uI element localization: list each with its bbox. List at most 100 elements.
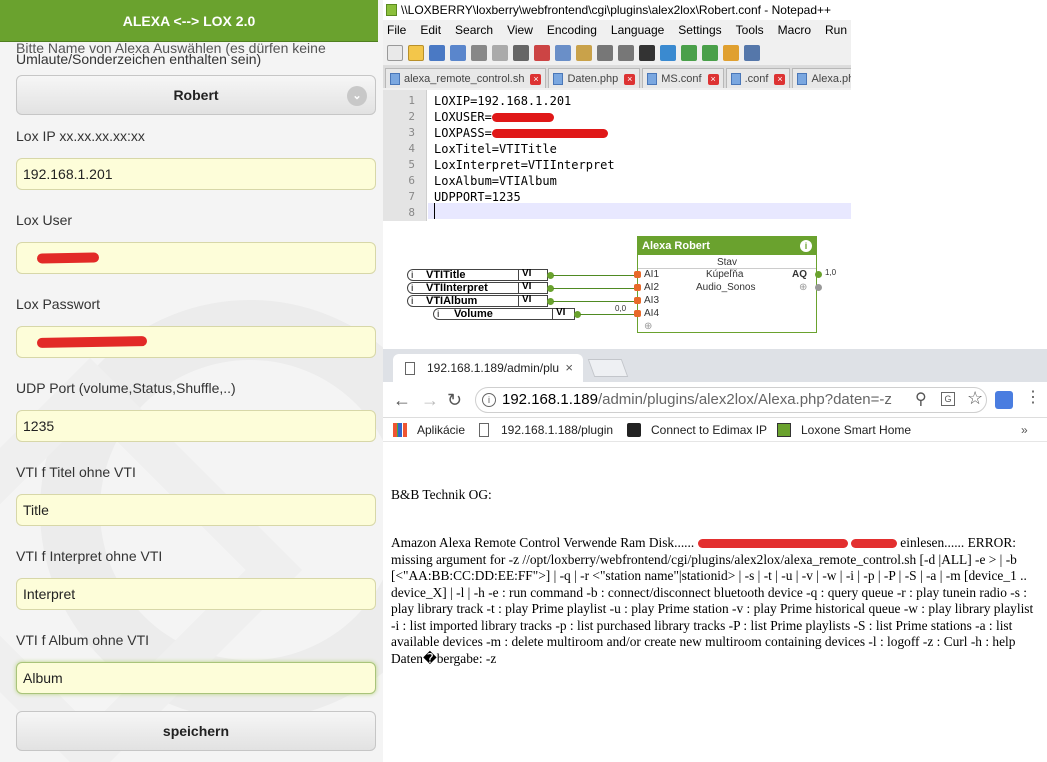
tab-conf[interactable]: .conf ×: [725, 68, 791, 88]
translate-icon[interactable]: G: [941, 392, 955, 406]
alexa-function-block[interactable]: Alexa Robert i Stav AI1 AI2 AI3 AI4 ⊕ Kú…: [634, 236, 817, 333]
close-icon[interactable]: ×: [707, 74, 719, 85]
connection-wire: [553, 301, 637, 302]
connection-wire: [580, 314, 637, 315]
page-content: B&B Technik OG: Amazon Alexa Remote Cont…: [383, 443, 1047, 762]
menu-macro[interactable]: Macro: [778, 20, 811, 40]
aq-output-connector[interactable]: [815, 271, 822, 278]
menu-language[interactable]: Language: [611, 20, 664, 40]
line-number: 8: [408, 206, 415, 219]
word-wrap-icon[interactable]: [744, 44, 760, 61]
notepad-toolbar: [383, 40, 851, 66]
bookmark-loxone[interactable]: Loxone Smart Home: [801, 418, 911, 442]
tab-label: MS.conf: [661, 73, 702, 85]
zoom-icon[interactable]: ⚲: [915, 389, 927, 409]
save-icon[interactable]: [429, 44, 445, 61]
bookmark-plugin[interactable]: 192.168.1.188/plugin: [501, 418, 613, 442]
input-port-connector[interactable]: [634, 271, 641, 278]
sync-scroll-icon[interactable]: [723, 44, 739, 61]
close-icon[interactable]: ×: [774, 74, 786, 85]
add-input-icon[interactable]: ⊕: [644, 321, 652, 332]
bookmark-star-icon[interactable]: ☆: [967, 388, 983, 409]
new-tab-button[interactable]: [587, 359, 629, 377]
alexa-name-select[interactable]: Robert ⌄: [16, 75, 376, 115]
menu-search[interactable]: Search: [455, 20, 493, 40]
info-icon[interactable]: i: [482, 393, 496, 407]
menu-encoding[interactable]: Encoding: [547, 20, 597, 40]
input-type-tag: VI: [518, 295, 534, 307]
forward-arrow-icon[interactable]: →: [421, 390, 439, 411]
tab-ms-conf[interactable]: MS.conf ×: [642, 68, 724, 88]
notepad-editor[interactable]: 1 2 3 4 5 6 7 8 LOXIP=192.168.1.201 LOXU…: [383, 90, 851, 221]
virtual-input-vtialbum[interactable]: i VTIAlbum VI: [407, 295, 548, 307]
aq-output-readout: 1,0: [825, 268, 837, 277]
back-arrow-icon[interactable]: ←: [393, 390, 411, 411]
input-port-connector[interactable]: [634, 297, 641, 304]
vti-interpret-input[interactable]: Interpret: [16, 578, 376, 610]
cut-icon[interactable]: [534, 44, 550, 61]
bookmark-edimax[interactable]: Connect to Edimax IP: [651, 418, 767, 442]
close-all-icon[interactable]: [492, 44, 508, 61]
tab-alexa-php[interactable]: Alexa.php×: [792, 68, 851, 88]
redaction-mark: [850, 539, 897, 549]
input-port-connector[interactable]: [634, 310, 641, 317]
close-icon[interactable]: ×: [624, 74, 636, 85]
print-icon[interactable]: [513, 44, 529, 61]
tab-daten-php[interactable]: Daten.php ×: [548, 68, 641, 88]
save-all-icon[interactable]: [450, 44, 466, 61]
redaction-mark: [36, 336, 148, 348]
open-folder-icon[interactable]: [408, 44, 424, 61]
menu-edit[interactable]: Edit: [420, 20, 441, 40]
lox-user-input[interactable]: [16, 242, 376, 274]
copy-icon[interactable]: [555, 44, 571, 61]
reload-icon[interactable]: ↻: [447, 390, 462, 411]
replace-icon[interactable]: [660, 44, 676, 61]
input-type-tag: VI: [552, 308, 568, 320]
tab-label: .conf: [744, 73, 769, 85]
info-icon[interactable]: i: [800, 240, 812, 252]
vti-album-input[interactable]: Album: [16, 662, 376, 694]
virtual-input-volume[interactable]: i Volume VI: [433, 308, 575, 320]
close-file-icon[interactable]: [471, 44, 487, 61]
bookmark-apps[interactable]: Aplikácie: [417, 418, 465, 442]
udp-port-input[interactable]: 1235: [16, 410, 376, 442]
code-text: LOXPASS=: [434, 126, 492, 140]
virtual-input-vtiinterpret[interactable]: i VTIInterpret VI: [407, 282, 548, 294]
zoom-out-icon[interactable]: [702, 44, 718, 61]
tab-alexa-remote-control[interactable]: alexa_remote_control.sh ×: [385, 68, 547, 88]
extension-icon[interactable]: [995, 391, 1013, 409]
close-icon[interactable]: ×: [565, 354, 573, 382]
close-icon[interactable]: ×: [530, 74, 542, 85]
paste-icon[interactable]: [576, 44, 592, 61]
virtual-input-vtititle[interactable]: i VTITitle VI: [407, 269, 548, 281]
code-line: LoxAlbum=VTIAlbum: [434, 174, 557, 188]
udp-port-label: UDP Port (volume,Status,Shuffle,..): [16, 380, 236, 396]
undo-icon[interactable]: [597, 44, 613, 61]
redaction-mark: [491, 113, 554, 122]
zoom-in-icon[interactable]: [681, 44, 697, 61]
menu-tools[interactable]: Tools: [736, 20, 764, 40]
lox-pass-input[interactable]: [16, 326, 376, 358]
plugin-header: ALEXA <--> LOX 2.0: [0, 0, 378, 42]
browser-tab[interactable]: 192.168.1.189/admin/plu ×: [393, 354, 583, 382]
redo-icon[interactable]: [618, 44, 634, 61]
vti-title-input[interactable]: Title: [16, 494, 376, 526]
vti-interpret-label: VTI f Interpret ohne VTI: [16, 548, 163, 564]
lox-ip-input[interactable]: 192.168.1.201: [16, 158, 376, 190]
menu-settings[interactable]: Settings: [678, 20, 721, 40]
menu-file[interactable]: File: [387, 20, 406, 40]
address-bar[interactable]: i 192.168.1.189/admin/plugins/alex2lox/A…: [475, 387, 987, 413]
code-line: LOXUSER=: [434, 110, 554, 124]
block-zone: Audio_Sonos: [696, 282, 756, 293]
menu-dots-icon[interactable]: ⋮: [1025, 387, 1041, 407]
more-bookmarks-icon[interactable]: »: [1021, 418, 1028, 442]
add-output-icon[interactable]: ⊕: [799, 282, 807, 293]
save-button[interactable]: speichern: [16, 711, 376, 751]
menu-run[interactable]: Run: [825, 20, 847, 40]
new-file-icon[interactable]: [387, 44, 403, 61]
unused-output-connector[interactable]: [815, 284, 822, 291]
menu-view[interactable]: View: [507, 20, 533, 40]
text-caret: [434, 203, 435, 219]
find-icon[interactable]: [639, 44, 655, 61]
input-port-connector[interactable]: [634, 284, 641, 291]
